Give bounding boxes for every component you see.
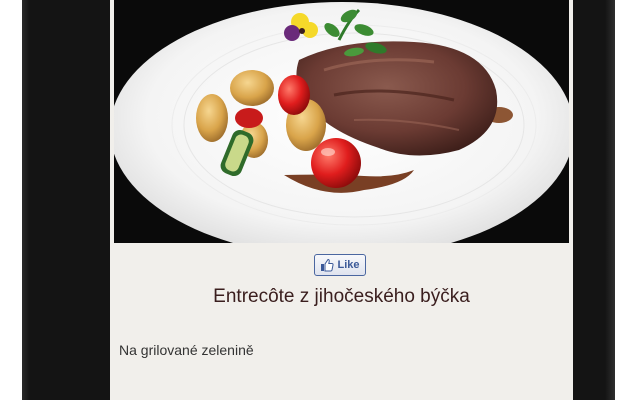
dish-photo [114,0,569,243]
dish-title: Entrecôte z jihočeského býčka [213,286,470,307]
dish-description: Na grilované zelenině [119,342,254,358]
screen: Like Entrecôte z jihočeského býčka Na gr… [110,0,573,400]
thumbs-up-icon [320,258,335,272]
frame-bezel-right [605,0,615,400]
device-frame: Like Entrecôte z jihočeského býčka Na gr… [22,0,615,400]
frame-bezel-left [22,0,30,400]
like-label: Like [337,259,360,271]
dish-photo-illustration [114,0,569,243]
facebook-like-button[interactable]: Like [314,254,366,276]
